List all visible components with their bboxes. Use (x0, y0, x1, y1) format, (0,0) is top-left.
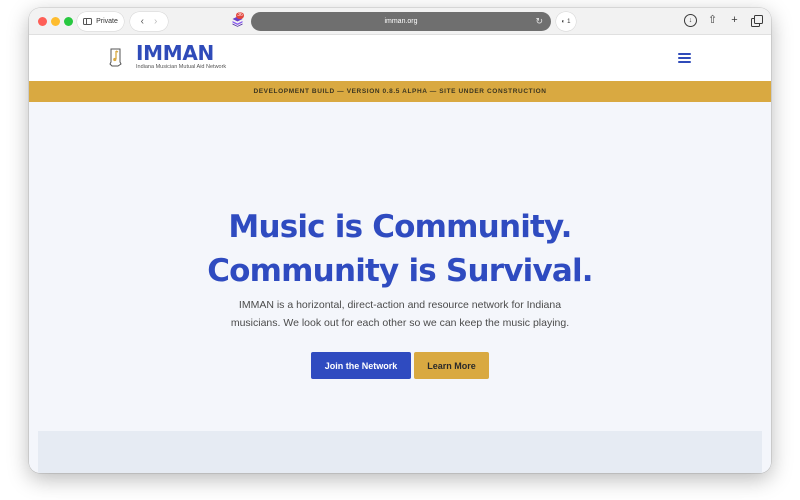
development-banner: DEVELOPMENT BUILD — VERSION 0.8.5 ALPHA … (29, 81, 771, 102)
hero-description-line-2: musicians. We look out for each other so… (230, 317, 570, 329)
join-network-button[interactable]: Join the Network (311, 352, 411, 379)
extension-badge: 36 (236, 12, 244, 19)
banner-text: DEVELOPMENT BUILD — VERSION 0.8.5 ALPHA … (253, 88, 547, 95)
hero-description-line-1: IMMAN is a horizontal, direct-action and… (238, 299, 562, 311)
close-window-button[interactable] (38, 17, 47, 26)
hero-section: Music is Community. Community is Surviva… (29, 102, 771, 473)
privacy-count: 1 (567, 18, 571, 25)
site-header: IMMAN Indiana Musician Mutual Aid Networ… (29, 35, 771, 81)
share-icon[interactable]: ⇧ (706, 14, 719, 27)
tabs-overview-icon[interactable] (750, 14, 763, 27)
indiana-logo-icon[interactable] (109, 48, 122, 67)
reload-icon[interactable]: ↻ (535, 16, 543, 27)
hero-title-line-2: Community is Survival. (207, 253, 593, 289)
browser-window: Private ‹ › 36 imman.org ↻ ◐ 1 ↓ ⇧ + IMM… (29, 8, 771, 473)
shield-icon: ◐ (561, 18, 566, 25)
hero-title-line-1: Music is Community. (228, 209, 572, 245)
brand-name[interactable]: IMMAN (136, 41, 214, 65)
sidebar-icon (83, 18, 93, 25)
hamburger-menu-icon[interactable] (678, 53, 691, 63)
brand-subtitle: Indiana Musician Mutual Aid Network (136, 64, 227, 70)
private-tab-button[interactable]: Private (77, 12, 124, 31)
plus-icon[interactable]: + (728, 14, 741, 27)
chevron-left-icon[interactable]: ‹ (141, 16, 144, 27)
zoom-window-button[interactable] (64, 17, 73, 26)
minimize-window-button[interactable] (51, 17, 60, 26)
hero-title: Music is Community. Community is Surviva… (29, 205, 771, 293)
learn-more-button[interactable]: Learn More (414, 352, 489, 379)
url-text: imman.org (384, 18, 418, 25)
browser-toolbar: Private ‹ › 36 imman.org ↻ ◐ 1 ↓ ⇧ + (29, 8, 771, 35)
address-bar[interactable]: imman.org ↻ (251, 12, 551, 31)
private-label: Private (96, 18, 118, 25)
navigation-controls: ‹ › (130, 12, 168, 31)
next-section-panel (38, 431, 762, 473)
privacy-report-button[interactable]: ◐ 1 (556, 12, 576, 31)
toolbar-right-icons: ↓ ⇧ + (684, 14, 763, 27)
download-icon[interactable]: ↓ (684, 14, 697, 27)
hero-description: IMMAN is a horizontal, direct-action and… (200, 296, 600, 332)
chevron-right-icon[interactable]: › (154, 16, 157, 27)
